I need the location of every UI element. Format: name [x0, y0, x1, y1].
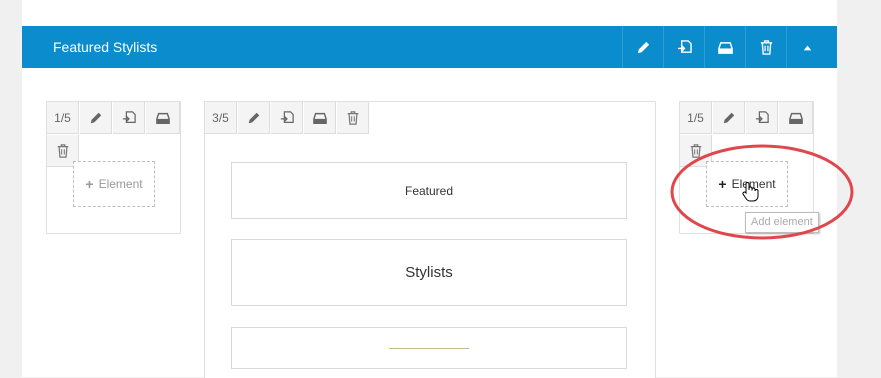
- edit-column-button[interactable]: [713, 102, 745, 134]
- trash-icon: [57, 143, 68, 158]
- trash-icon: [760, 39, 772, 55]
- clone-column-button[interactable]: [746, 102, 778, 134]
- text-block-stylists[interactable]: Stylists: [231, 239, 627, 306]
- add-element-label: Element: [98, 177, 143, 191]
- save-icon: [155, 112, 170, 124]
- divider-block[interactable]: [231, 327, 627, 369]
- add-element-button[interactable]: + Element: [706, 161, 788, 207]
- trash-icon: [690, 143, 701, 158]
- collapse-section-button[interactable]: [786, 26, 827, 68]
- add-element-button[interactable]: + Element: [73, 161, 155, 207]
- column-size-button[interactable]: 3/5: [205, 102, 237, 134]
- plus-icon: +: [85, 176, 94, 192]
- column-size-button[interactable]: 1/5: [47, 102, 79, 134]
- edit-section-button[interactable]: [622, 26, 663, 68]
- section-title: Featured Stylists: [53, 39, 158, 55]
- add-element-tooltip: Add element: [745, 212, 819, 233]
- caret-up-icon: [803, 45, 811, 50]
- delete-column-button[interactable]: [337, 102, 369, 134]
- delete-section-button[interactable]: [745, 26, 786, 68]
- save-column-button[interactable]: [779, 102, 813, 134]
- pencil-icon: [248, 112, 259, 123]
- text-block-featured[interactable]: Featured: [231, 162, 627, 219]
- column-2: 3/5 Featured Stylists: [204, 101, 656, 378]
- pencil-icon: [723, 112, 734, 123]
- clone-column-button[interactable]: [271, 102, 303, 134]
- save-icon: [717, 41, 733, 54]
- block-text: Stylists: [405, 264, 453, 281]
- divider-line: [389, 347, 469, 349]
- column-1: 1/5 + Element: [46, 101, 181, 234]
- column-size-button[interactable]: 1/5: [680, 102, 712, 134]
- edit-column-button[interactable]: [238, 102, 270, 134]
- section-header: Featured Stylists: [22, 26, 837, 68]
- trash-icon: [347, 110, 358, 125]
- save-icon: [788, 112, 803, 124]
- pencil-icon: [90, 112, 101, 123]
- pencil-icon: [637, 41, 649, 53]
- plus-icon: +: [718, 176, 727, 192]
- add-element-label: Element: [731, 177, 776, 191]
- clone-section-button[interactable]: [663, 26, 704, 68]
- save-icon: [312, 112, 327, 124]
- clone-icon: [122, 110, 136, 123]
- clone-icon: [677, 39, 692, 53]
- block-text: Featured: [404, 183, 454, 198]
- clone-icon: [755, 110, 769, 123]
- top-panel: [22, 0, 837, 26]
- save-section-button[interactable]: [704, 26, 745, 68]
- clone-column-button[interactable]: [113, 102, 145, 134]
- clone-icon: [280, 110, 294, 123]
- edit-column-button[interactable]: [80, 102, 112, 134]
- save-column-button[interactable]: [146, 102, 180, 134]
- save-column-button[interactable]: [304, 102, 336, 134]
